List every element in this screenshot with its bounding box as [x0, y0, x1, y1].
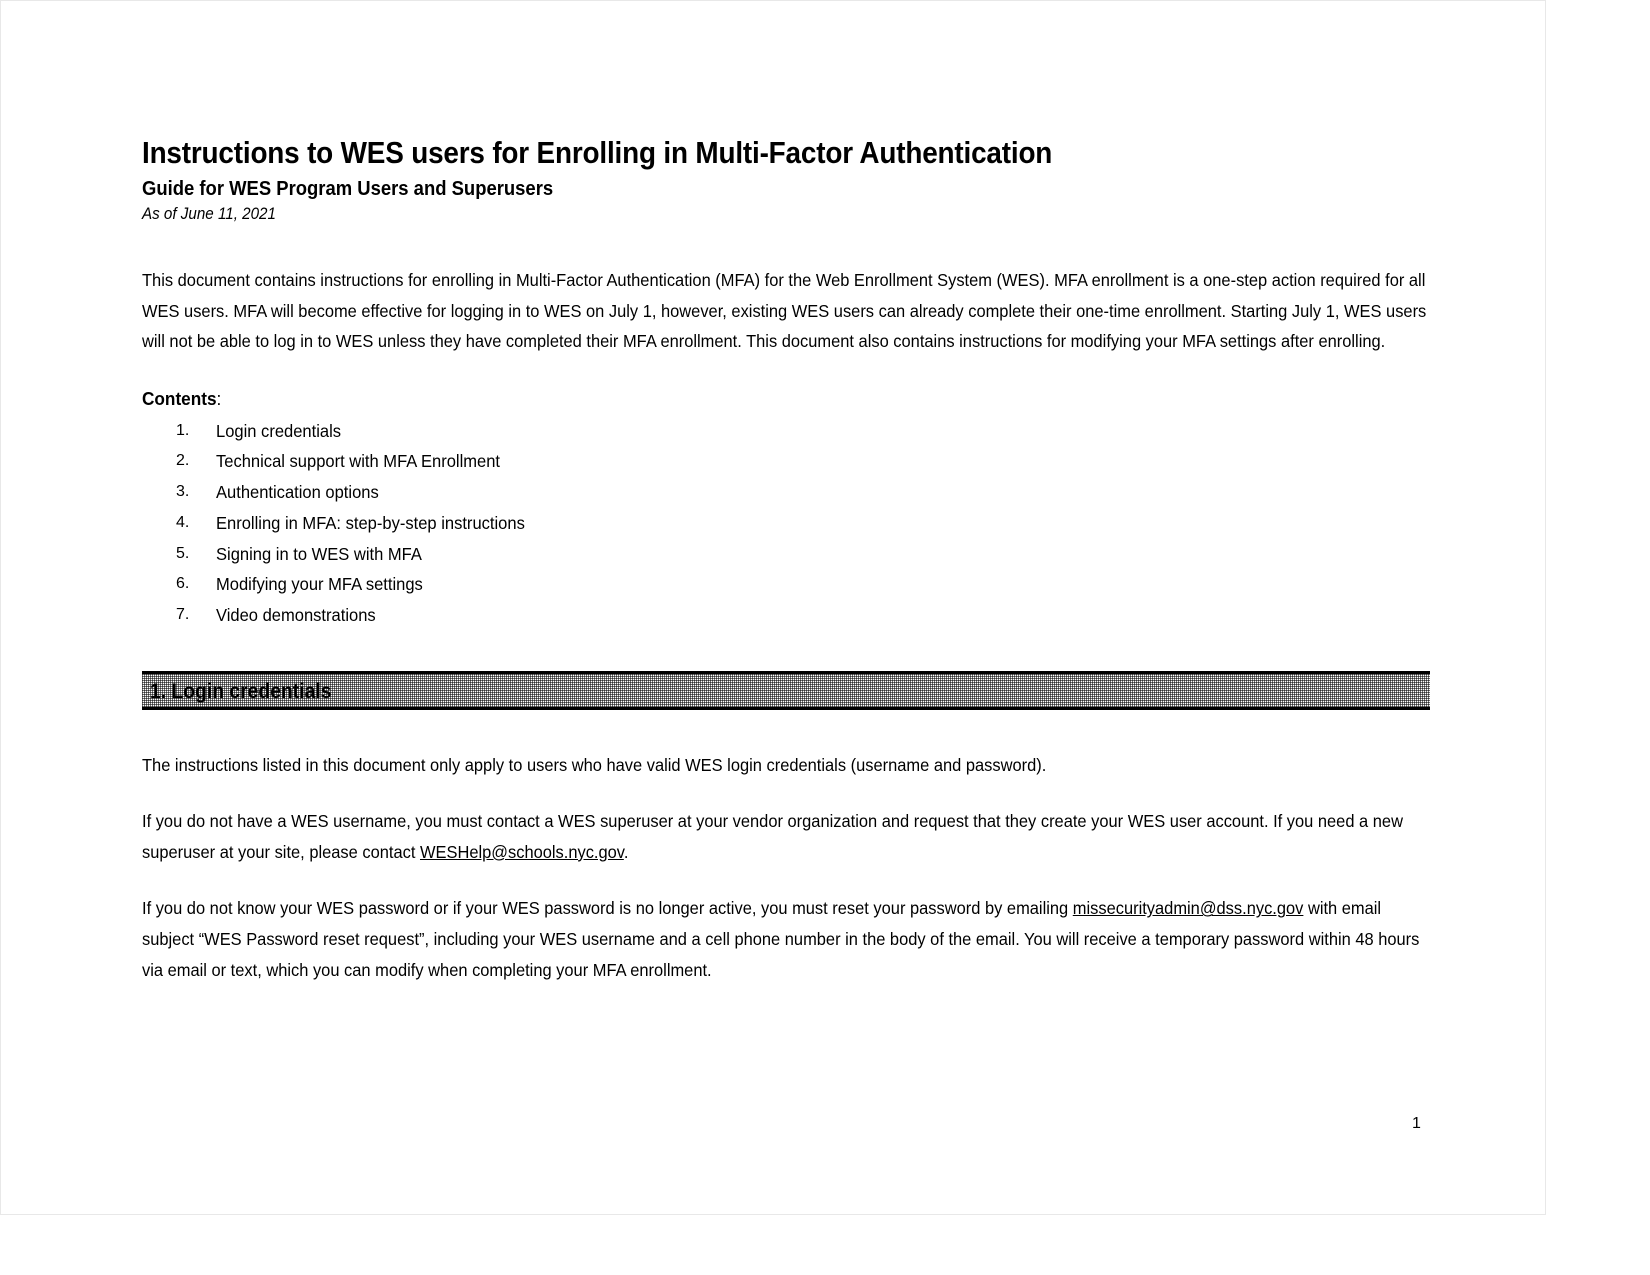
- intro-paragraph: This document contains instructions for …: [142, 269, 1427, 352]
- section1-paragraph-2-text-after: .: [623, 841, 629, 862]
- contents-heading: Contents:: [142, 387, 1337, 411]
- list-item[interactable]: 4. Enrolling in MFA: step-by-step instru…: [142, 508, 1427, 539]
- list-number: 4.: [176, 513, 190, 531]
- list-number: 2.: [176, 452, 190, 470]
- contents-colon: :: [216, 387, 222, 409]
- list-number: 6.: [176, 575, 190, 593]
- toc-item-signing-in-to-wes[interactable]: Signing in to WES with MFA: [216, 539, 422, 570]
- list-item[interactable]: 6. Modifying your MFA settings: [142, 569, 1427, 600]
- toc-item-login-credentials[interactable]: Login credentials: [216, 416, 341, 447]
- list-number: 3.: [176, 483, 190, 501]
- list-item[interactable]: 7. Video demonstrations: [142, 600, 1427, 631]
- missecurityadmin-email-link[interactable]: missecurityadmin@dss.nyc.gov: [1073, 898, 1304, 918]
- list-item[interactable]: 2. Technical support with MFA Enrollment: [142, 446, 1427, 477]
- list-item[interactable]: 5. Signing in to WES with MFA: [142, 539, 1427, 570]
- page-title: Instructions to WES users for Enrolling …: [142, 135, 1053, 170]
- toc-item-enrolling-in-mfa[interactable]: Enrolling in MFA: step-by-step instructi…: [216, 508, 525, 539]
- list-number: 5.: [176, 544, 190, 562]
- list-item[interactable]: 1. Login credentials: [142, 416, 1427, 447]
- list-item[interactable]: 3. Authentication options: [142, 477, 1427, 508]
- toc-item-video-demonstrations[interactable]: Video demonstrations: [216, 600, 376, 631]
- page-subtitle: Guide for WES Program Users and Superuse…: [142, 176, 554, 200]
- section1-paragraph-2-text-before: If you do not have a WES username, you m…: [142, 811, 1403, 862]
- document-page: Instructions to WES users for Enrolling …: [0, 0, 1650, 1275]
- table-of-contents: 1. Login credentials 2. Technical suppor…: [142, 416, 1427, 631]
- document-date-line: As of June 11, 2021: [142, 205, 276, 224]
- section-heading-login-credentials: 1. Login credentials: [150, 679, 332, 703]
- weshelp-email-link[interactable]: WESHelp@schools.nyc.gov: [420, 842, 624, 862]
- toc-item-technical-support[interactable]: Technical support with MFA Enrollment: [216, 446, 500, 477]
- document-content: Instructions to WES users for Enrolling …: [142, 135, 1430, 985]
- section1-paragraph-3: If you do not know your WES password or …: [142, 893, 1428, 985]
- section-heading-bar: 1. Login credentials: [142, 670, 1430, 710]
- page-sheet: Instructions to WES users for Enrolling …: [0, 0, 1546, 1215]
- list-number: 1.: [176, 421, 190, 439]
- toc-item-authentication-options[interactable]: Authentication options: [216, 477, 379, 508]
- contents-label: Contents: [142, 387, 217, 409]
- section1-paragraph-2: If you do not have a WES username, you m…: [142, 806, 1428, 867]
- list-number: 7.: [176, 605, 190, 623]
- section1-paragraph-3-text-before: If you do not know your WES password or …: [142, 898, 1073, 919]
- page-number: 1: [1412, 1115, 1421, 1132]
- toc-item-modifying-mfa-settings[interactable]: Modifying your MFA settings: [216, 569, 423, 600]
- section1-paragraph-1: The instructions listed in this document…: [142, 754, 1047, 775]
